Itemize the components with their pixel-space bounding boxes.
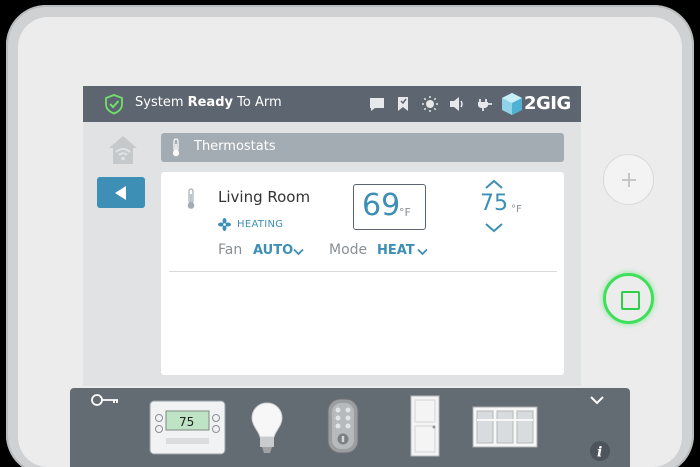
fan-icon xyxy=(218,218,231,231)
thermostat-card[interactable]: Living Room HEATING Fan AUTO Mode HEAT 6… xyxy=(161,172,564,375)
mode-label: Mode xyxy=(329,242,368,258)
bookmark-icon[interactable] xyxy=(394,95,412,113)
chevron-down-icon[interactable] xyxy=(293,248,304,256)
heating-status: HEATING xyxy=(237,219,284,230)
plug-icon[interactable] xyxy=(475,95,493,113)
mode-dropdown[interactable]: HEAT xyxy=(377,243,415,258)
status-bar: System Ready To Arm 2GIG xyxy=(83,86,581,122)
tray-thermostat-display: 75 xyxy=(179,415,194,429)
fan-dropdown[interactable]: AUTO xyxy=(253,243,293,258)
tray-door-icon[interactable] xyxy=(410,395,440,457)
device-tray: 75 i xyxy=(70,388,630,467)
arm-status-text: System Ready To Arm xyxy=(135,95,282,110)
setpoint-down-icon[interactable] xyxy=(484,222,504,233)
touchscreen: System Ready To Arm 2GIG Thermostats Liv… xyxy=(83,86,581,386)
fan-label: Fan xyxy=(218,242,243,258)
message-icon[interactable] xyxy=(368,95,386,113)
thermometer-icon xyxy=(172,138,180,157)
cube-logo-icon xyxy=(502,93,522,115)
setpoint-temp: 75 xyxy=(480,191,508,216)
status-prefix: System xyxy=(135,95,188,110)
brand-logo: 2GIG xyxy=(501,92,577,116)
status-suffix: To Arm xyxy=(233,95,282,110)
back-button[interactable] xyxy=(97,177,145,208)
chevron-down-icon[interactable] xyxy=(417,248,428,256)
brightness-icon[interactable] xyxy=(421,95,439,113)
section-header: Thermostats xyxy=(161,133,564,162)
shield-check-icon[interactable] xyxy=(103,93,125,115)
current-temp-unit: °F xyxy=(399,206,411,219)
current-temp: 69 xyxy=(362,188,401,223)
tray-thermostat-icon[interactable]: 75 xyxy=(149,400,226,455)
status-state: Ready xyxy=(187,95,233,110)
key-icon[interactable] xyxy=(90,393,120,407)
volume-icon[interactable] xyxy=(448,95,466,113)
divider xyxy=(169,271,557,272)
home-wifi-icon[interactable] xyxy=(105,134,141,166)
room-name: Living Room xyxy=(218,188,311,206)
setpoint-up-icon[interactable] xyxy=(484,179,504,190)
tray-window-icon[interactable] xyxy=(472,406,538,448)
tray-smart-bulb-icon[interactable] xyxy=(250,401,284,455)
svg-text:i: i xyxy=(597,445,602,461)
plus-button[interactable] xyxy=(603,154,654,205)
section-title: Thermostats xyxy=(194,139,276,154)
current-temp-display: 69 °F xyxy=(353,184,426,230)
setpoint-unit: °F xyxy=(511,204,522,215)
thermometer-icon xyxy=(187,188,195,209)
tray-door-lock-icon[interactable] xyxy=(325,397,361,455)
home-button[interactable] xyxy=(603,273,654,324)
collapse-chevron-icon[interactable] xyxy=(589,395,605,405)
info-icon[interactable]: i xyxy=(589,440,611,462)
brand-name: 2GIG xyxy=(524,93,571,114)
